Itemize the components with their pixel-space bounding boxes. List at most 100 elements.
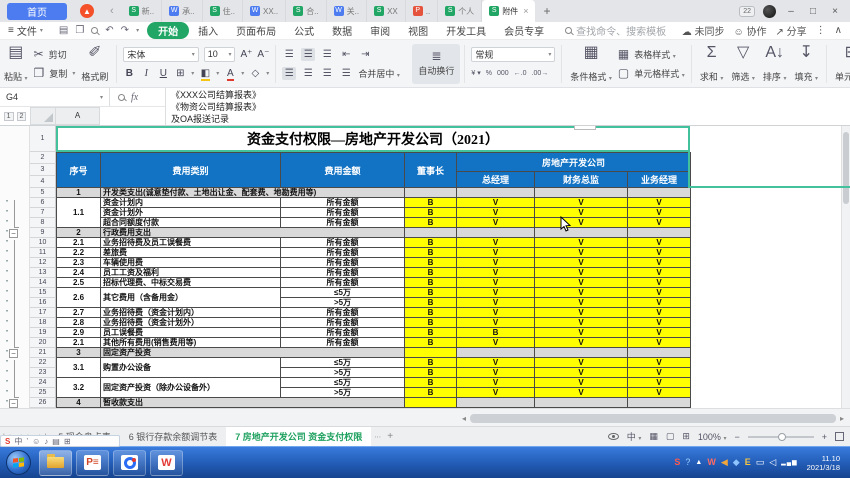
- cell[interactable]: V: [535, 208, 628, 218]
- cell[interactable]: 招标代理费、中标交易费: [101, 278, 281, 288]
- cell-style-icon[interactable]: ▢: [618, 67, 629, 79]
- cell[interactable]: B: [405, 368, 457, 378]
- collapse-group-button[interactable]: −: [9, 229, 18, 238]
- number-format-select[interactable]: 常规▾: [471, 47, 555, 62]
- cell[interactable]: V: [628, 258, 691, 268]
- hscroll-thumb[interactable]: [470, 414, 836, 423]
- new-tab-button[interactable]: +: [535, 4, 558, 18]
- cell[interactable]: 所有金额: [281, 268, 405, 278]
- ime-mic-icon[interactable]: ♪: [44, 437, 48, 446]
- thousands-format-icon[interactable]: 000: [497, 70, 509, 77]
- col-header-cfo[interactable]: 财务总监: [535, 172, 628, 188]
- cell[interactable]: ≤5万: [281, 288, 405, 298]
- col-header-category[interactable]: 费用类别: [101, 153, 281, 188]
- underline-button[interactable]: U: [157, 68, 169, 79]
- conditional-format-button[interactable]: ▦条件格式 ▾: [566, 44, 616, 84]
- cell[interactable]: 业务招待费（资金计划外）: [101, 318, 281, 328]
- col-header-bm[interactable]: 业务经理: [628, 172, 691, 188]
- cell[interactable]: V: [628, 218, 691, 228]
- row-header[interactable]: 7: [30, 208, 56, 218]
- cell[interactable]: B: [405, 268, 457, 278]
- align-top-icon[interactable]: ☰: [282, 48, 296, 61]
- cell[interactable]: [405, 228, 457, 238]
- cell[interactable]: 所有金额: [281, 198, 405, 208]
- redo-icon[interactable]: ↷: [121, 25, 129, 36]
- tray-device-icon[interactable]: ▭: [756, 458, 765, 467]
- decrease-decimal-icon[interactable]: .00→: [532, 70, 549, 77]
- currency-format-icon[interactable]: ¥ ▾: [471, 69, 480, 77]
- cell[interactable]: V: [535, 358, 628, 368]
- cell[interactable]: V: [457, 218, 535, 228]
- row-header[interactable]: 11: [30, 248, 56, 258]
- cell[interactable]: V: [628, 378, 691, 388]
- cell[interactable]: 其它费用（含备用金）: [101, 288, 281, 308]
- quickbar-more-icon[interactable]: ▾: [136, 27, 139, 34]
- cell[interactable]: 业务招待费及员工误餐费: [101, 238, 281, 248]
- cell[interactable]: V: [628, 238, 691, 248]
- cell[interactable]: B: [405, 238, 457, 248]
- ime-emoji-icon[interactable]: ☺: [32, 437, 40, 446]
- wrap-text-button[interactable]: ≣自动换行: [412, 44, 460, 84]
- cell[interactable]: 2.8: [57, 318, 101, 328]
- cell[interactable]: [457, 348, 535, 358]
- formula-input[interactable]: 《XXX公司结算报表》 《物资公司结算报表》 及OA报送记录: [166, 88, 850, 125]
- decrease-indent-icon[interactable]: ⇤: [339, 48, 353, 61]
- cell[interactable]: >5万: [281, 368, 405, 378]
- row-header[interactable]: 24: [30, 378, 56, 388]
- cell[interactable]: V: [628, 208, 691, 218]
- doc-tab-4[interactable]: WXX..: [243, 0, 286, 22]
- cell[interactable]: 其他所有费用(销售费用等): [101, 338, 281, 348]
- menu-review[interactable]: 审阅: [361, 23, 399, 38]
- tray-security-shield-icon[interactable]: ◆: [733, 458, 740, 467]
- command-search[interactable]: 查找命令、搜索模板: [565, 23, 666, 38]
- cell[interactable]: B: [405, 288, 457, 298]
- cut-button[interactable]: 剪切: [49, 48, 67, 61]
- column-header-a[interactable]: A: [56, 107, 100, 125]
- cell[interactable]: V: [535, 368, 628, 378]
- minimize-button[interactable]: –: [784, 6, 798, 17]
- tray-help-icon[interactable]: ?: [685, 458, 690, 467]
- cell[interactable]: V: [457, 208, 535, 218]
- collapse-formula-bar-button[interactable]: ˆ: [574, 126, 596, 130]
- cells-button[interactable]: ⊞单元格 ▾: [831, 44, 850, 84]
- cell[interactable]: [535, 398, 628, 408]
- doc-tab-8[interactable]: P..: [406, 0, 438, 22]
- more-menu-icon[interactable]: ⋮: [816, 25, 826, 36]
- row-header[interactable]: 12: [30, 258, 56, 268]
- cell[interactable]: 所有金额: [281, 338, 405, 348]
- cell[interactable]: V: [535, 298, 628, 308]
- menu-insert[interactable]: 插入: [189, 23, 227, 38]
- cell[interactable]: V: [457, 378, 535, 388]
- row-header[interactable]: 15: [30, 288, 56, 298]
- cell[interactable]: V: [628, 278, 691, 288]
- cell[interactable]: V: [535, 338, 628, 348]
- cell-style-button[interactable]: 单元格样式 ▾: [634, 67, 685, 80]
- justify-icon[interactable]: ☰: [339, 67, 353, 80]
- taskbar-powerpoint[interactable]: P≡: [76, 450, 109, 476]
- page-break-view-icon[interactable]: ⊞: [682, 431, 690, 442]
- cell[interactable]: V: [457, 238, 535, 248]
- cell[interactable]: 固定资产投资（除办公设备外）: [101, 378, 281, 398]
- menu-view[interactable]: 视图: [399, 23, 437, 38]
- cell[interactable]: V: [535, 308, 628, 318]
- font-color-icon[interactable]: A: [224, 68, 236, 79]
- tray-volume-icon[interactable]: ◁: [769, 458, 776, 467]
- cell[interactable]: V: [628, 288, 691, 298]
- row-header[interactable]: 26: [30, 398, 56, 408]
- cell[interactable]: 购置办公设备: [101, 358, 281, 378]
- doc-tab-3[interactable]: S住..: [203, 0, 243, 22]
- collapse-group-button[interactable]: −: [9, 349, 18, 358]
- tray-sogou-icon[interactable]: S: [674, 458, 680, 467]
- row-header[interactable]: 2: [30, 152, 56, 164]
- cell[interactable]: 2.3: [57, 258, 101, 268]
- cell[interactable]: V: [535, 198, 628, 208]
- row-header[interactable]: 17: [30, 308, 56, 318]
- print-preview-icon[interactable]: [91, 27, 98, 34]
- close-tab-icon[interactable]: ×: [523, 6, 528, 16]
- align-right-icon[interactable]: ☰: [320, 67, 334, 80]
- cell[interactable]: V: [457, 288, 535, 298]
- doc-tab-1[interactable]: S新..: [122, 0, 162, 22]
- zoom-formula-icon[interactable]: [118, 94, 125, 101]
- col-header-amount[interactable]: 费用金额: [281, 153, 405, 188]
- cell[interactable]: V: [457, 308, 535, 318]
